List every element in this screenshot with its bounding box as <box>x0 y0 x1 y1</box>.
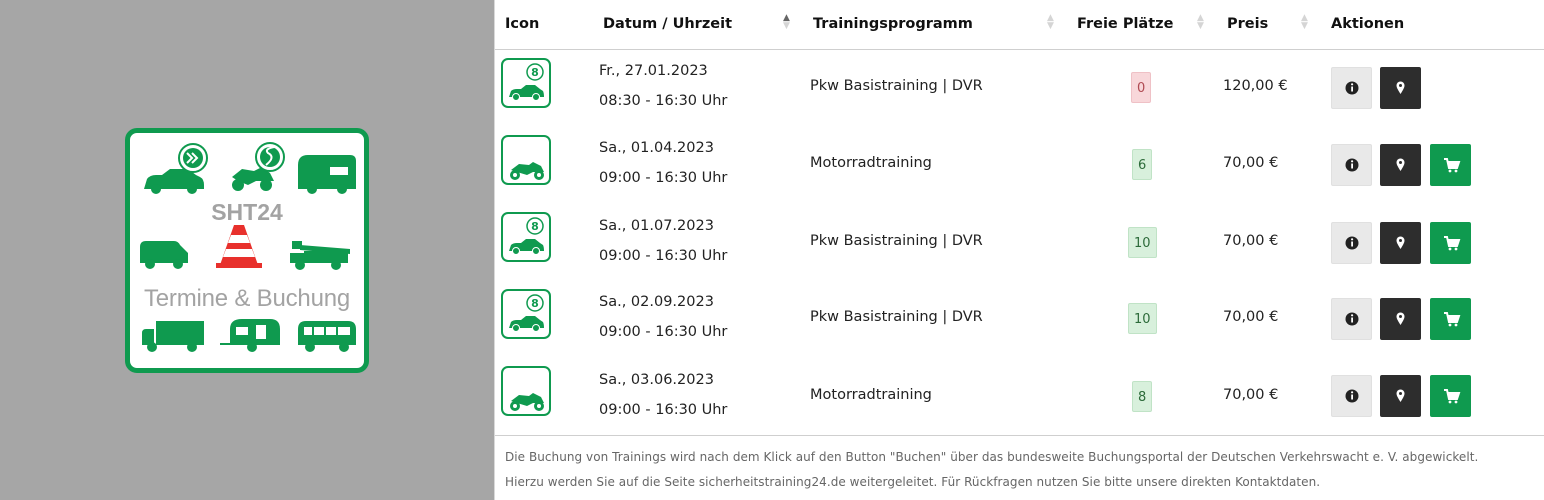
motorcycle-icon <box>501 366 551 416</box>
info-button[interactable] <box>1331 222 1372 264</box>
location-button[interactable] <box>1380 222 1421 264</box>
course-time: 09:00 - 16:30 Uhr <box>599 324 728 340</box>
sht24-logo: SHT24 Termine & Buchung <box>125 128 369 373</box>
free-seats-badge: 10 <box>1128 303 1157 334</box>
course-program: Pkw Basistraining | DVR <box>810 78 983 94</box>
book-button[interactable] <box>1430 298 1471 340</box>
info-icon <box>1345 312 1359 326</box>
book-button[interactable] <box>1430 144 1471 186</box>
table-row: 8 Sa., 02.09.2023 09:00 - 16:30 Uhr Pkw … <box>495 280 1544 357</box>
map-pin-icon <box>1396 158 1405 171</box>
table-header: Icon Datum / Uhrzeit ▲ ▼ Trainingsprogram… <box>495 0 1544 50</box>
booking-footnote: Die Buchung von Trainings wird nach dem … <box>505 450 1479 489</box>
curve-road-badge-icon <box>255 142 285 172</box>
course-date: Fr., 27.01.2023 <box>599 63 708 79</box>
camper-icon <box>298 155 356 194</box>
free-seats-badge: 8 <box>1132 381 1153 412</box>
cart-icon <box>1444 236 1461 251</box>
cart-icon <box>1444 158 1461 173</box>
column-header-seats[interactable]: Freie Plätze <box>1077 0 1173 48</box>
logo-subtitle: Termine & Buchung <box>143 285 351 312</box>
location-button[interactable] <box>1380 375 1421 417</box>
sort-icon[interactable]: ▲ ▼ <box>1197 14 1204 31</box>
van-icon <box>140 241 188 269</box>
location-button[interactable] <box>1380 144 1421 186</box>
car-icon: 8 <box>501 58 551 108</box>
free-seats-badge: 0 <box>1131 72 1152 103</box>
info-icon <box>1345 389 1359 403</box>
traffic-cone-icon <box>216 225 262 268</box>
course-date: Sa., 01.04.2023 <box>599 140 714 156</box>
booking-table-panel: Icon Datum / Uhrzeit ▲ ▼ Trainingsprogram… <box>494 0 1544 500</box>
map-pin-icon <box>1396 236 1405 249</box>
svg-text:8: 8 <box>531 297 539 310</box>
fast-forward-badge-icon <box>178 143 208 173</box>
course-date: Sa., 03.06.2023 <box>599 372 714 388</box>
left-panel: SHT24 Termine & Buchung <box>0 0 494 500</box>
car-icon: 8 <box>501 212 551 262</box>
course-program: Pkw Basistraining | DVR <box>810 233 983 249</box>
location-button[interactable] <box>1380 298 1421 340</box>
table-row: 8 Sa., 01.07.2023 09:00 - 16:30 Uhr Pkw … <box>495 203 1544 280</box>
free-seats-badge: 10 <box>1128 227 1157 258</box>
column-header-date[interactable]: Datum / Uhrzeit <box>603 0 732 48</box>
info-button[interactable] <box>1331 298 1372 340</box>
cart-icon <box>1444 389 1461 404</box>
caravan-icon <box>220 319 280 352</box>
divider <box>495 435 1544 436</box>
info-button[interactable] <box>1331 144 1372 186</box>
book-button[interactable] <box>1430 222 1471 264</box>
course-price: 70,00 € <box>1223 387 1279 403</box>
table-row: Sa., 01.04.2023 09:00 - 16:30 Uhr Motorr… <box>495 126 1544 203</box>
map-pin-icon <box>1396 81 1405 94</box>
course-price: 70,00 € <box>1223 155 1279 171</box>
bus-icon <box>298 321 356 352</box>
sort-asc-icon[interactable]: ▲ ▼ <box>783 14 790 31</box>
info-icon <box>1345 158 1359 172</box>
sort-icon[interactable]: ▲ ▼ <box>1047 14 1054 31</box>
column-header-program[interactable]: Trainingsprogramm <box>813 0 973 48</box>
info-button[interactable] <box>1331 67 1372 109</box>
course-price: 70,00 € <box>1223 233 1279 249</box>
crane-truck-icon <box>290 241 350 270</box>
course-time: 09:00 - 16:30 Uhr <box>599 402 728 418</box>
book-button[interactable] <box>1430 375 1471 417</box>
cart-icon <box>1444 312 1461 327</box>
car-icon: 8 <box>501 289 551 339</box>
column-header-icon: Icon <box>505 16 540 32</box>
course-date: Sa., 01.07.2023 <box>599 218 714 234</box>
motorcycle-icon <box>501 135 551 185</box>
course-time: 09:00 - 16:30 Uhr <box>599 170 728 186</box>
course-program: Pkw Basistraining | DVR <box>810 309 983 325</box>
truck-icon <box>142 321 204 352</box>
free-seats-badge: 6 <box>1132 149 1153 180</box>
course-date: Sa., 02.09.2023 <box>599 294 714 310</box>
column-header-actions: Aktionen <box>1331 16 1405 32</box>
info-button[interactable] <box>1331 375 1372 417</box>
course-program: Motorradtraining <box>810 155 932 171</box>
info-icon <box>1345 81 1359 95</box>
info-icon <box>1345 236 1359 250</box>
sort-icon[interactable]: ▲ ▼ <box>1301 14 1308 31</box>
table-row: Sa., 03.06.2023 09:00 - 16:30 Uhr Motorr… <box>495 357 1544 434</box>
location-button[interactable] <box>1380 67 1421 109</box>
course-price: 120,00 € <box>1223 78 1288 94</box>
table-row: 8 Fr., 27.01.2023 08:30 - 16:30 Uhr Pkw … <box>495 49 1544 126</box>
svg-text:8: 8 <box>531 66 539 79</box>
course-price: 70,00 € <box>1223 309 1279 325</box>
column-header-price[interactable]: Preis <box>1227 0 1268 48</box>
svg-text:8: 8 <box>531 220 539 233</box>
map-pin-icon <box>1396 389 1405 402</box>
logo-title: SHT24 <box>211 199 283 225</box>
course-time: 08:30 - 16:30 Uhr <box>599 93 728 109</box>
course-program: Motorradtraining <box>810 387 932 403</box>
map-pin-icon <box>1396 312 1405 325</box>
course-time: 09:00 - 16:30 Uhr <box>599 248 728 264</box>
